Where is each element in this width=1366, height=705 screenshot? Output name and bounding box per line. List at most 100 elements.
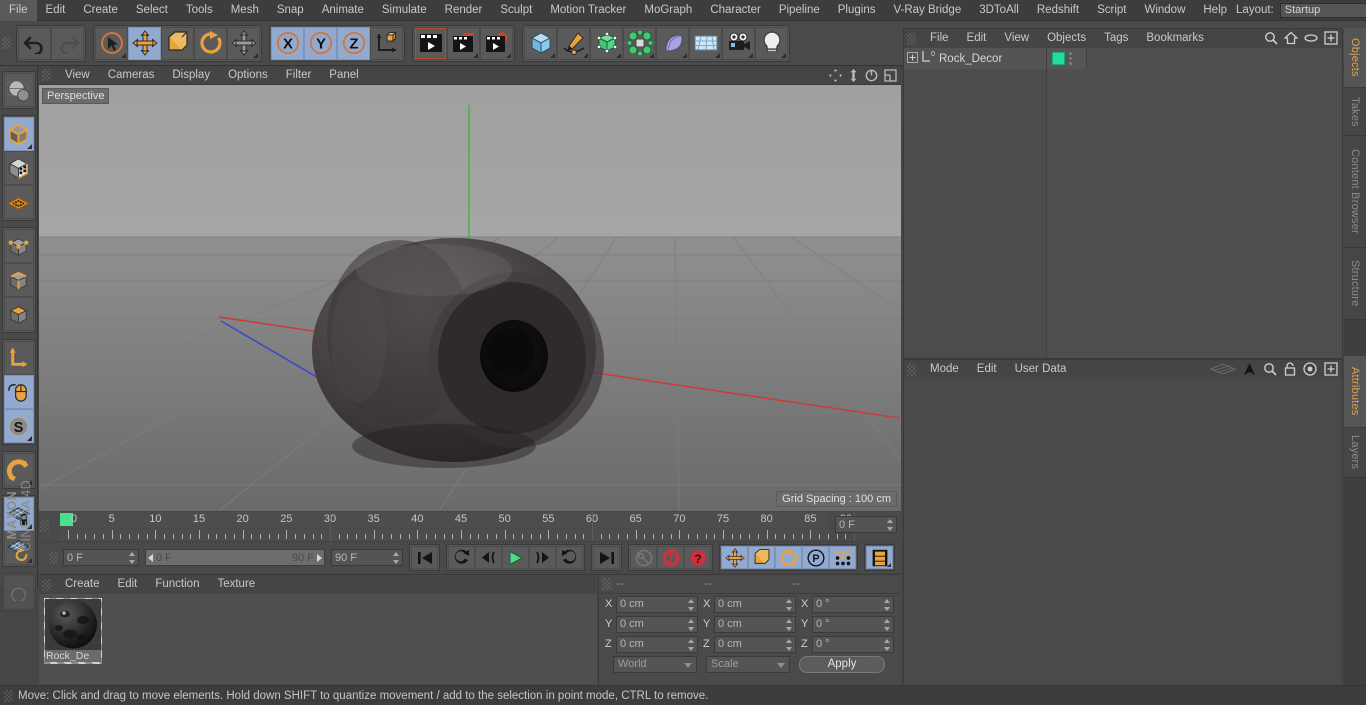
home-icon[interactable] xyxy=(1283,31,1299,48)
attribute-manager-grip[interactable] xyxy=(907,363,916,376)
menu-item-snap[interactable]: Snap xyxy=(268,0,313,21)
object-tag-column[interactable] xyxy=(1047,48,1087,69)
polygons-mode-button[interactable] xyxy=(3,297,34,331)
material-item[interactable]: Rock_De xyxy=(44,598,102,664)
live-selection-tool[interactable] xyxy=(95,26,128,60)
pan-icon[interactable] xyxy=(829,69,842,85)
go-to-previous-key-button[interactable] xyxy=(448,546,475,569)
menu-item-file[interactable]: File xyxy=(0,0,37,21)
plus-box-icon[interactable] xyxy=(1324,362,1338,379)
stepper-icon[interactable] xyxy=(687,618,694,631)
menu-item-tools[interactable]: Tools xyxy=(177,0,222,21)
right-tab-attributes[interactable]: Attributes xyxy=(1344,356,1366,428)
viewport-menu-item-filter[interactable]: Filter xyxy=(277,66,321,85)
material-menu-item-edit[interactable]: Edit xyxy=(109,575,147,594)
stepper-icon[interactable] xyxy=(883,618,890,631)
scale-tool[interactable] xyxy=(161,26,194,60)
zoom-icon[interactable] xyxy=(848,69,859,85)
coordinate-position-y-input[interactable]: 0 cm xyxy=(616,615,698,633)
parameter-key-button[interactable]: P xyxy=(802,546,829,569)
go-to-next-frame-button[interactable] xyxy=(529,546,556,569)
apply-button[interactable]: Apply xyxy=(799,655,885,673)
point-level-animation-button[interactable] xyxy=(829,546,856,569)
add-floor-button[interactable] xyxy=(689,26,722,60)
menu-item-select[interactable]: Select xyxy=(127,0,177,21)
object-menu-item-objects[interactable]: Objects xyxy=(1038,29,1095,48)
menu-item-edit[interactable]: Edit xyxy=(37,0,75,21)
arrow-up-icon[interactable] xyxy=(1243,362,1256,379)
search-icon[interactable] xyxy=(1263,362,1277,379)
stepper-icon[interactable] xyxy=(883,598,890,611)
range-left-handle-icon[interactable] xyxy=(148,553,153,562)
viewport-solo-button[interactable] xyxy=(3,185,34,219)
go-to-next-key-button[interactable] xyxy=(556,546,583,569)
scale-key-button[interactable] xyxy=(748,546,775,569)
stepper-icon[interactable] xyxy=(785,638,792,651)
preview-range-slider[interactable]: 0 F 90 F xyxy=(145,549,325,566)
material-manager-grip[interactable] xyxy=(42,578,51,591)
object-menu-item-view[interactable]: View xyxy=(995,29,1038,48)
timeline-ruler[interactable]: 051015202530354045505560657075808590 xyxy=(59,512,855,541)
record-active-objects-button[interactable] xyxy=(630,546,657,569)
coordinates-grip[interactable] xyxy=(602,578,611,590)
rotate-tool[interactable] xyxy=(194,26,227,60)
keyframe-selection-button[interactable]: ? xyxy=(684,546,711,569)
coordinate-position-x-input[interactable]: 0 cm xyxy=(616,595,698,613)
plus-box-icon[interactable] xyxy=(1324,31,1338,48)
menu-item-v-ray-bridge[interactable]: V-Ray Bridge xyxy=(884,0,970,21)
menu-item-sculpt[interactable]: Sculpt xyxy=(491,0,541,21)
move-tool[interactable] xyxy=(128,26,161,60)
make-editable-button[interactable] xyxy=(3,117,34,151)
menu-item-character[interactable]: Character xyxy=(701,0,770,21)
render-to-picture-viewer-button[interactable] xyxy=(447,26,480,60)
object-menu-item-bookmarks[interactable]: Bookmarks xyxy=(1137,29,1213,48)
stepper-icon[interactable] xyxy=(687,598,694,611)
stepper-icon[interactable] xyxy=(886,519,893,531)
coordinate-rotation-x-input[interactable]: 0 ° xyxy=(812,595,894,613)
viewport-menu-grip[interactable] xyxy=(42,69,51,81)
menu-item-simulate[interactable]: Simulate xyxy=(373,0,436,21)
stepper-icon[interactable] xyxy=(883,638,890,651)
go-to-previous-frame-button[interactable] xyxy=(475,546,502,569)
coordinate-rotation-y-input[interactable]: 0 ° xyxy=(812,615,894,633)
stepper-icon[interactable] xyxy=(128,552,135,564)
menu-item-window[interactable]: Window xyxy=(1135,0,1194,21)
texture-mode-button[interactable] xyxy=(3,151,34,185)
menu-item-redshift[interactable]: Redshift xyxy=(1028,0,1088,21)
ellipse-icon[interactable] xyxy=(1304,33,1318,46)
end-frame-input[interactable]: 90 F xyxy=(331,549,403,566)
viewport-menu-item-display[interactable]: Display xyxy=(163,66,219,85)
position-key-button[interactable] xyxy=(721,546,748,569)
material-menu-item-texture[interactable]: Texture xyxy=(208,575,264,594)
right-tab-takes[interactable]: Takes xyxy=(1344,88,1366,136)
menu-item-3dtoall[interactable]: 3DToAll xyxy=(970,0,1028,21)
rotation-key-button[interactable] xyxy=(775,546,802,569)
coordinate-system-select[interactable]: World xyxy=(613,655,697,673)
play-button[interactable] xyxy=(502,546,529,569)
object-manager-empty-area[interactable] xyxy=(1091,48,1342,358)
toolbar-grip[interactable] xyxy=(2,37,11,49)
search-icon[interactable] xyxy=(1264,31,1278,48)
object-manager-body[interactable]: 0 Rock_Decor xyxy=(904,48,1342,358)
coordinate-mode-select[interactable]: Scale xyxy=(706,655,790,673)
right-tab-content-browser[interactable]: Content Browser xyxy=(1344,136,1366,248)
lock-z-axis-button[interactable]: Z xyxy=(337,26,370,60)
world-object-coordinates-button[interactable] xyxy=(370,26,403,60)
add-light-button[interactable] xyxy=(755,26,788,60)
timeline-grip[interactable] xyxy=(40,520,49,532)
stepper-icon[interactable] xyxy=(785,598,792,611)
add-array-button[interactable] xyxy=(623,26,656,60)
coordinate-size-y-input[interactable]: 0 cm xyxy=(714,615,796,633)
coordinate-size-z-input[interactable]: 0 cm xyxy=(714,635,796,653)
combined-transform-tool[interactable] xyxy=(227,26,260,60)
add-nurbs-button[interactable] xyxy=(590,26,623,60)
range-right-handle-icon[interactable] xyxy=(317,553,322,562)
lock-y-axis-button[interactable]: Y xyxy=(304,26,337,60)
go-to-start-button[interactable] xyxy=(411,546,438,569)
stepper-icon[interactable] xyxy=(392,552,399,564)
undo-button[interactable] xyxy=(18,26,51,60)
layout-select[interactable]: Startup xyxy=(1279,2,1366,18)
object-menu-item-file[interactable]: File xyxy=(921,29,958,48)
coordinate-position-z-input[interactable]: 0 cm xyxy=(616,635,698,653)
edges-mode-button[interactable] xyxy=(3,263,34,297)
